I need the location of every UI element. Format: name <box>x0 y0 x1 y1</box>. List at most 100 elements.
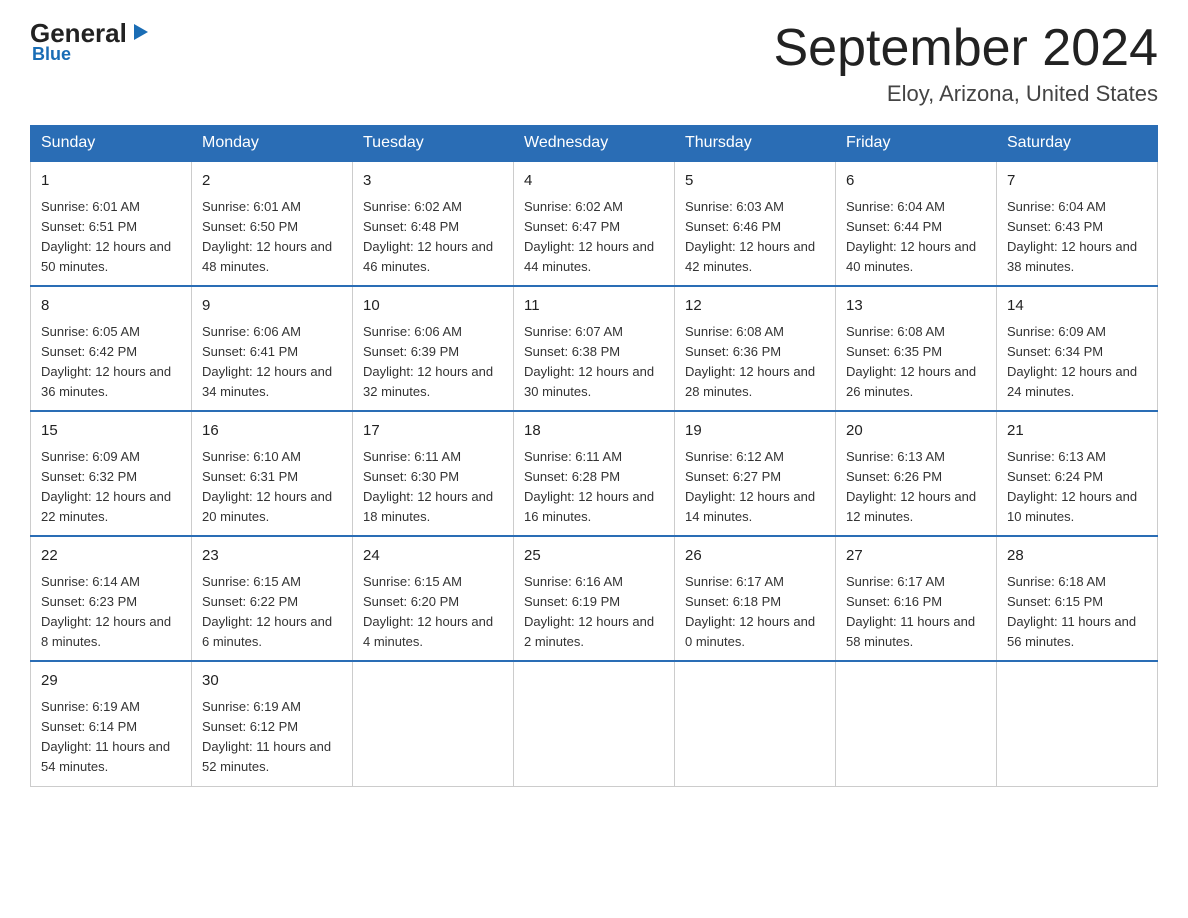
day-info: Sunrise: 6:12 AMSunset: 6:27 PMDaylight:… <box>685 447 825 528</box>
day-info: Sunrise: 6:02 AMSunset: 6:48 PMDaylight:… <box>363 197 503 278</box>
calendar-week-1: 1 Sunrise: 6:01 AMSunset: 6:51 PMDaylight… <box>31 161 1158 286</box>
calendar-day-30: 30Sunrise: 6:19 AMSunset: 6:12 PMDayligh… <box>192 661 353 786</box>
day-number: 15 <box>41 420 181 443</box>
day-number: 24 <box>363 545 503 568</box>
day-info: Sunrise: 6:04 AMSunset: 6:43 PMDaylight:… <box>1007 197 1147 278</box>
day-number: 16 <box>202 420 342 443</box>
day-number: 29 <box>41 670 181 693</box>
calendar-day-9: 9Sunrise: 6:06 AMSunset: 6:41 PMDaylight… <box>192 286 353 411</box>
calendar-day-12: 12 Sunrise: 6:08 AMSunset: 6:36 PMDayligh… <box>675 286 836 411</box>
day-number: 11 <box>524 295 664 318</box>
calendar-day-14: 14Sunrise: 6:09 AMSunset: 6:34 PMDayligh… <box>997 286 1158 411</box>
calendar-day-29: 29 Sunrise: 6:19 AMSunset: 6:14 PMDayligh… <box>31 661 192 786</box>
day-number: 25 <box>524 545 664 568</box>
calendar-day-empty <box>675 661 836 786</box>
day-info: Sunrise: 6:11 AMSunset: 6:30 PMDaylight:… <box>363 447 503 528</box>
calendar-day-16: 16 Sunrise: 6:10 AMSunset: 6:31 PMDayligh… <box>192 411 353 536</box>
calendar-day-empty <box>836 661 997 786</box>
calendar-day-13: 13 Sunrise: 6:08 AMSunset: 6:35 PMDayligh… <box>836 286 997 411</box>
day-number: 8 <box>41 295 181 318</box>
day-info: Sunrise: 6:13 AMSunset: 6:26 PMDaylight:… <box>846 447 986 528</box>
calendar-day-8: 8 Sunrise: 6:05 AMSunset: 6:42 PMDaylight… <box>31 286 192 411</box>
day-number: 28 <box>1007 545 1147 568</box>
header-monday: Monday <box>192 126 353 162</box>
day-info: Sunrise: 6:15 AMSunset: 6:20 PMDaylight:… <box>363 572 503 653</box>
day-info: Sunrise: 6:08 AMSunset: 6:35 PMDaylight:… <box>846 322 986 403</box>
day-info: Sunrise: 6:08 AMSunset: 6:36 PMDaylight:… <box>685 322 825 403</box>
day-number: 10 <box>363 295 503 318</box>
header-wednesday: Wednesday <box>514 126 675 162</box>
day-number: 30 <box>202 670 342 693</box>
month-year-title: September 2024 <box>774 20 1159 77</box>
calendar-day-28: 28 Sunrise: 6:18 AMSunset: 6:15 PMDayligh… <box>997 536 1158 661</box>
day-number: 2 <box>202 170 342 193</box>
day-info: Sunrise: 6:07 AMSunset: 6:38 PMDaylight:… <box>524 322 664 403</box>
calendar-day-5: 5 Sunrise: 6:03 AMSunset: 6:46 PMDaylight… <box>675 161 836 286</box>
day-info: Sunrise: 6:06 AMSunset: 6:41 PMDaylight:… <box>202 322 342 403</box>
day-number: 6 <box>846 170 986 193</box>
header-thursday: Thursday <box>675 126 836 162</box>
day-info: Sunrise: 6:13 AMSunset: 6:24 PMDaylight:… <box>1007 447 1147 528</box>
day-number: 26 <box>685 545 825 568</box>
day-info: Sunrise: 6:03 AMSunset: 6:46 PMDaylight:… <box>685 197 825 278</box>
header-saturday: Saturday <box>997 126 1158 162</box>
day-number: 20 <box>846 420 986 443</box>
calendar-day-15: 15Sunrise: 6:09 AMSunset: 6:32 PMDayligh… <box>31 411 192 536</box>
day-number: 7 <box>1007 170 1147 193</box>
day-info: Sunrise: 6:18 AMSunset: 6:15 PMDaylight:… <box>1007 572 1147 653</box>
day-info: Sunrise: 6:17 AMSunset: 6:18 PMDaylight:… <box>685 572 825 653</box>
calendar-day-empty <box>997 661 1158 786</box>
calendar-day-11: 11 Sunrise: 6:07 AMSunset: 6:38 PMDayligh… <box>514 286 675 411</box>
calendar-day-22: 22Sunrise: 6:14 AMSunset: 6:23 PMDayligh… <box>31 536 192 661</box>
day-number: 13 <box>846 295 986 318</box>
calendar-day-26: 26 Sunrise: 6:17 AMSunset: 6:18 PMDayligh… <box>675 536 836 661</box>
day-number: 27 <box>846 545 986 568</box>
calendar-day-21: 21 Sunrise: 6:13 AMSunset: 6:24 PMDayligh… <box>997 411 1158 536</box>
logo-text: General <box>30 20 152 46</box>
day-info: Sunrise: 6:19 AMSunset: 6:14 PMDaylight:… <box>41 697 181 778</box>
header-friday: Friday <box>836 126 997 162</box>
logo-arrow-group <box>127 23 152 43</box>
day-info: Sunrise: 6:10 AMSunset: 6:31 PMDaylight:… <box>202 447 342 528</box>
page-header: General Blue September 2024 Eloy, Arizon… <box>30 20 1158 107</box>
title-area: September 2024 Eloy, Arizona, United Sta… <box>774 20 1159 107</box>
logo-blue: Blue <box>32 44 71 65</box>
calendar-day-27: 27Sunrise: 6:17 AMSunset: 6:16 PMDayligh… <box>836 536 997 661</box>
day-number: 3 <box>363 170 503 193</box>
calendar-week-2: 8 Sunrise: 6:05 AMSunset: 6:42 PMDaylight… <box>31 286 1158 411</box>
day-info: Sunrise: 6:01 AMSunset: 6:50 PMDaylight:… <box>202 197 342 278</box>
calendar-day-empty <box>514 661 675 786</box>
calendar-day-24: 24 Sunrise: 6:15 AMSunset: 6:20 PMDayligh… <box>353 536 514 661</box>
day-info: Sunrise: 6:02 AMSunset: 6:47 PMDaylight:… <box>524 197 664 278</box>
calendar-day-2: 2 Sunrise: 6:01 AMSunset: 6:50 PMDaylight… <box>192 161 353 286</box>
calendar-day-empty <box>353 661 514 786</box>
day-number: 21 <box>1007 420 1147 443</box>
calendar-day-18: 18 Sunrise: 6:11 AMSunset: 6:28 PMDayligh… <box>514 411 675 536</box>
day-info: Sunrise: 6:01 AMSunset: 6:51 PMDaylight:… <box>41 197 181 278</box>
day-number: 19 <box>685 420 825 443</box>
day-number: 22 <box>41 545 181 568</box>
day-number: 12 <box>685 295 825 318</box>
calendar-day-20: 20 Sunrise: 6:13 AMSunset: 6:26 PMDayligh… <box>836 411 997 536</box>
calendar-day-10: 10 Sunrise: 6:06 AMSunset: 6:39 PMDayligh… <box>353 286 514 411</box>
calendar-week-4: 22Sunrise: 6:14 AMSunset: 6:23 PMDayligh… <box>31 536 1158 661</box>
calendar-day-19: 19 Sunrise: 6:12 AMSunset: 6:27 PMDayligh… <box>675 411 836 536</box>
day-number: 1 <box>41 170 181 193</box>
day-info: Sunrise: 6:04 AMSunset: 6:44 PMDaylight:… <box>846 197 986 278</box>
calendar-table: Sunday Monday Tuesday Wednesday Thursday… <box>30 125 1158 786</box>
day-info: Sunrise: 6:11 AMSunset: 6:28 PMDaylight:… <box>524 447 664 528</box>
calendar-day-17: 17Sunrise: 6:11 AMSunset: 6:30 PMDayligh… <box>353 411 514 536</box>
day-info: Sunrise: 6:06 AMSunset: 6:39 PMDaylight:… <box>363 322 503 403</box>
calendar-day-4: 4Sunrise: 6:02 AMSunset: 6:47 PMDaylight… <box>514 161 675 286</box>
calendar-week-3: 15Sunrise: 6:09 AMSunset: 6:32 PMDayligh… <box>31 411 1158 536</box>
day-info: Sunrise: 6:16 AMSunset: 6:19 PMDaylight:… <box>524 572 664 653</box>
day-number: 18 <box>524 420 664 443</box>
day-number: 5 <box>685 170 825 193</box>
day-info: Sunrise: 6:15 AMSunset: 6:22 PMDaylight:… <box>202 572 342 653</box>
calendar-header-row: Sunday Monday Tuesday Wednesday Thursday… <box>31 126 1158 162</box>
calendar-day-3: 3 Sunrise: 6:02 AMSunset: 6:48 PMDaylight… <box>353 161 514 286</box>
day-info: Sunrise: 6:05 AMSunset: 6:42 PMDaylight:… <box>41 322 181 403</box>
location-subtitle: Eloy, Arizona, United States <box>774 81 1159 107</box>
day-info: Sunrise: 6:09 AMSunset: 6:34 PMDaylight:… <box>1007 322 1147 403</box>
calendar-day-25: 25 Sunrise: 6:16 AMSunset: 6:19 PMDayligh… <box>514 536 675 661</box>
